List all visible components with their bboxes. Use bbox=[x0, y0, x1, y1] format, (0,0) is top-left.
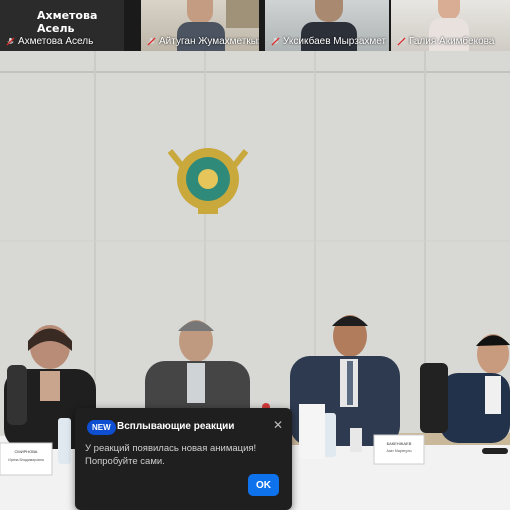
muted-microphone-icon bbox=[271, 37, 280, 46]
participant-name-4: Галия Акимбекова bbox=[397, 36, 494, 47]
muted-microphone-icon bbox=[147, 37, 156, 46]
participant-tile-2[interactable]: Айтуган Жумахметкызы bbox=[141, 0, 259, 51]
participant-tile-1[interactable]: Ахметова Асель Ахметова Асель bbox=[0, 0, 124, 51]
participant-tile-4[interactable]: Галия Акимбекова bbox=[391, 0, 510, 51]
toast-title: Всплывающие реакции bbox=[117, 421, 235, 432]
close-icon[interactable]: ✕ bbox=[273, 418, 283, 432]
new-badge: NEW bbox=[87, 420, 116, 435]
active-speaker-name: Ахметова Асель bbox=[37, 9, 98, 35]
new-feature-toast: NEW Всплывающие реакции ✕ У реакций появ… bbox=[75, 408, 292, 510]
person-head bbox=[187, 0, 213, 24]
toast-message: У реакций появилась новая анимация! Попр… bbox=[85, 443, 257, 467]
muted-microphone-icon bbox=[397, 37, 406, 46]
participant-name-3: Уксикбаев Мырзахмет ... bbox=[271, 36, 389, 47]
person-head bbox=[438, 0, 460, 20]
person-head bbox=[315, 0, 343, 22]
participant-strip: Ахметова Асель Ахметова Асель Айтуган Жу… bbox=[0, 0, 510, 51]
name-plate-2-sub: Азат Маратұлы bbox=[386, 449, 411, 453]
participant-name-1: Ахметова Асель bbox=[6, 36, 93, 47]
wall-shelf bbox=[226, 0, 259, 28]
ok-button[interactable]: OK bbox=[248, 474, 279, 496]
participant-tile-3[interactable]: Уксикбаев Мырзахмет ... bbox=[265, 0, 389, 51]
name-plate-1-name: СМИРНОВА bbox=[15, 449, 38, 454]
name-plate-2-name: БАКЕНЖАЕВ bbox=[387, 441, 412, 446]
muted-microphone-icon bbox=[6, 37, 15, 46]
name-plate-1-sub: Ирина Владимировна bbox=[8, 458, 44, 462]
participant-name-2: Айтуган Жумахметкызы bbox=[147, 36, 259, 47]
